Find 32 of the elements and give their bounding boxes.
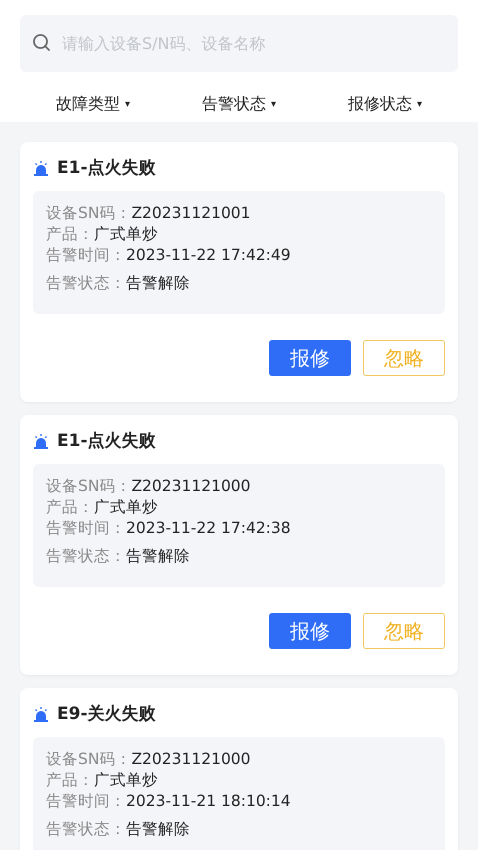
- field-value: 告警解除: [126, 820, 190, 838]
- field-label: 告警时间：: [46, 246, 126, 264]
- field-label: 产品：: [46, 498, 94, 516]
- alarm-title: E1-点火失败: [57, 430, 156, 452]
- field-label: 设备SN码：: [46, 204, 132, 222]
- field-label: 产品：: [46, 771, 94, 789]
- field-value: 告警解除: [126, 547, 190, 565]
- field-value: Z20231121001: [131, 204, 251, 222]
- field-value: 广式单炒: [94, 225, 158, 243]
- repair-button[interactable]: 报修: [269, 340, 351, 376]
- field-value: 2023-11-21 18:10:14: [126, 792, 291, 810]
- field-value: Z20231121000: [131, 750, 251, 768]
- field-value: 2023-11-22 17:42:38: [126, 519, 291, 537]
- field-value: 2023-11-22 17:42:49: [126, 246, 291, 264]
- field-label: 告警状态：: [46, 820, 126, 838]
- field-value: 广式单炒: [94, 771, 158, 789]
- field-label: 告警状态：: [46, 274, 126, 292]
- alarm-light-icon: [33, 432, 49, 448]
- field-label: 告警时间：: [46, 519, 126, 537]
- field-label: 告警状态：: [46, 547, 126, 565]
- field-label: 设备SN码：: [46, 477, 132, 495]
- alarm-title: E1-点火失败: [57, 157, 156, 179]
- field-label: 产品：: [46, 225, 94, 243]
- field-value: Z20231121000: [131, 477, 251, 495]
- field-value: 告警解除: [126, 274, 190, 292]
- field-value: 广式单炒: [94, 498, 158, 516]
- field-label: 设备SN码：: [46, 750, 132, 768]
- alarm-light-icon: [33, 160, 49, 176]
- alarm-title: E9-关火失败: [57, 703, 156, 725]
- alarm-light-icon: [33, 706, 49, 722]
- field-label: 告警时间：: [46, 792, 126, 810]
- repair-button[interactable]: 报修: [269, 613, 351, 649]
